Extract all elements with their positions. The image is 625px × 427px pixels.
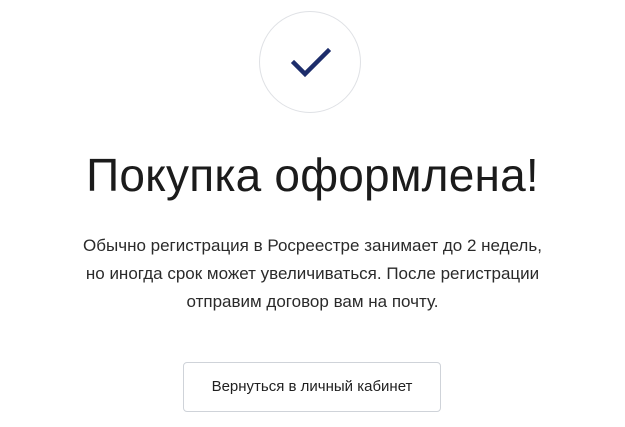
checkmark-icon	[291, 47, 331, 78]
back-to-account-button[interactable]: Вернуться в личный кабинет	[183, 362, 441, 412]
registration-info-text: Обычно регистрация в Росреестре занимает…	[40, 232, 585, 316]
description-line: Обычно регистрация в Росреестре занимает…	[83, 236, 542, 255]
description-line: но иногда срок может увеличиваться. Посл…	[85, 264, 540, 283]
purchase-success-page: Покупка оформлена! Обычно регистрация в …	[0, 0, 625, 427]
description-line: отправим договор вам на почту.	[186, 292, 439, 311]
page-title: Покупка оформлена!	[86, 149, 539, 201]
success-circle	[259, 11, 361, 113]
